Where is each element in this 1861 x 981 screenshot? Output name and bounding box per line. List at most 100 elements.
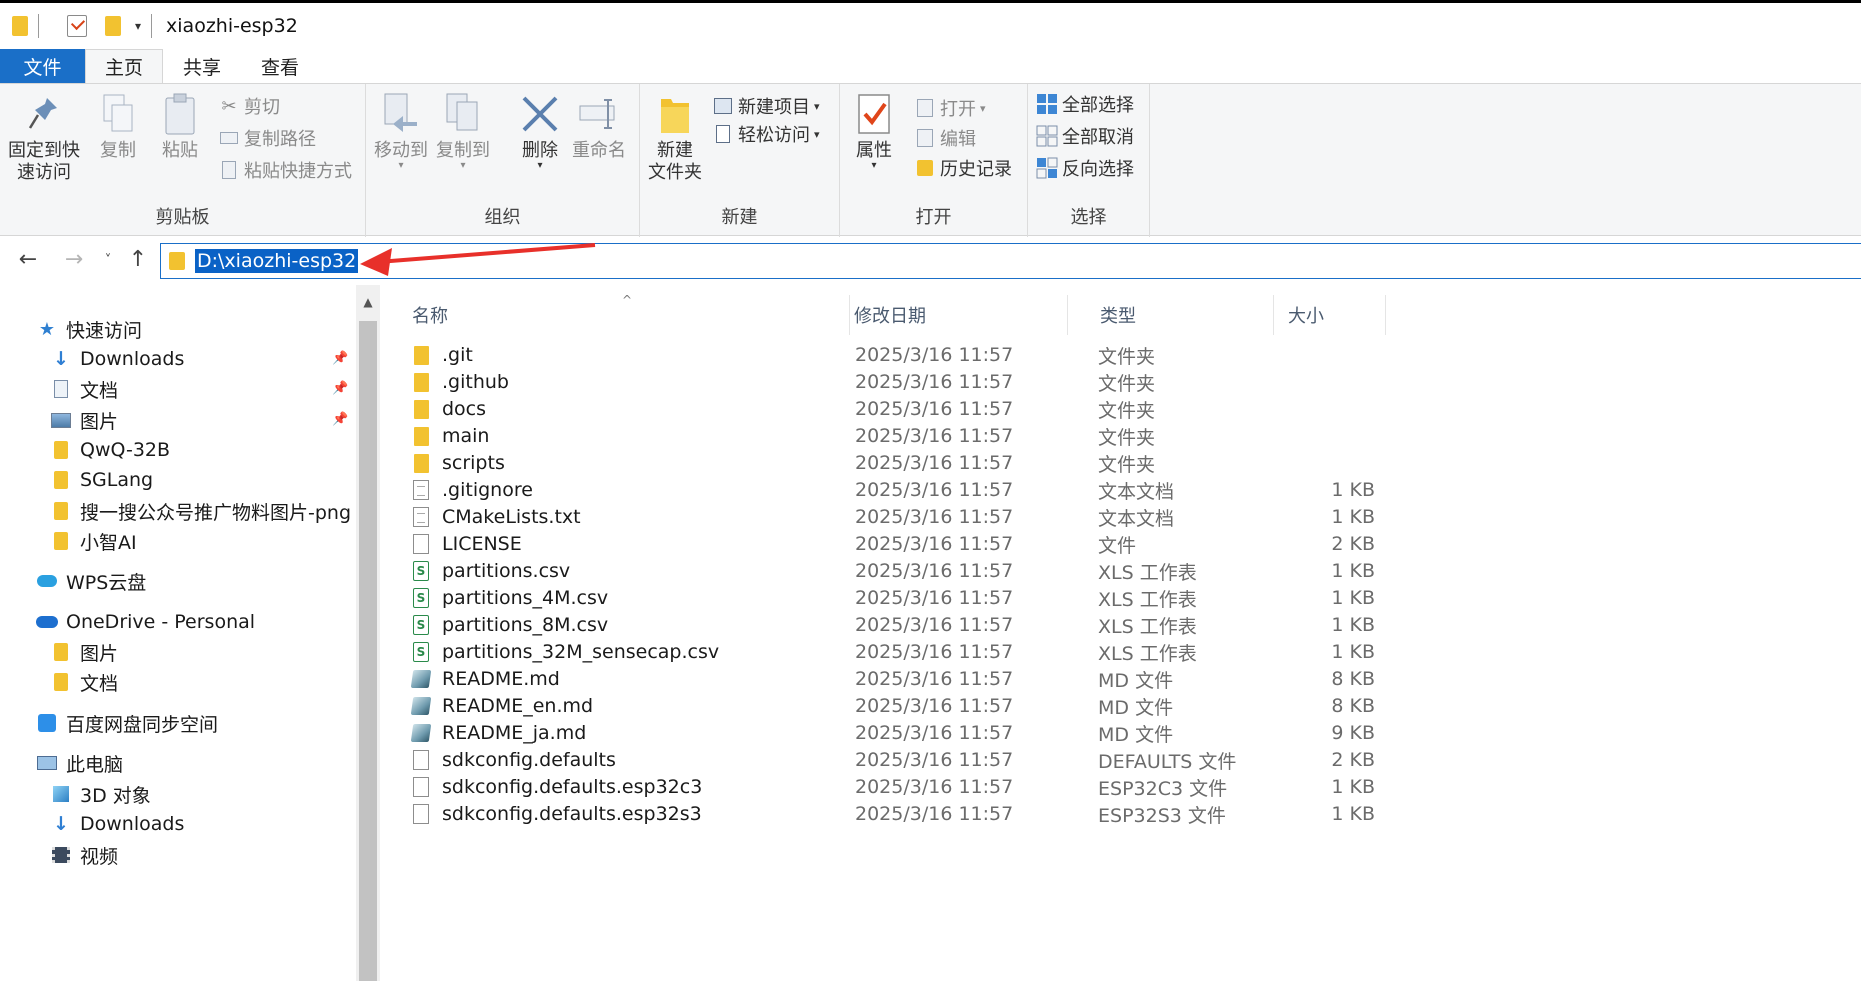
nav-baidu-sync[interactable]: 百度网盘同步空间 — [36, 708, 218, 738]
paste-shortcut-button[interactable]: 粘贴快捷方式 — [218, 156, 352, 184]
column-header-type[interactable]: 类型 — [1068, 295, 1274, 335]
nav-wps-cloud[interactable]: WPS云盘 — [36, 566, 146, 596]
file-name-cell[interactable]: README_ja.md — [410, 722, 586, 744]
new-item-button[interactable]: 新建项目 ▾ — [712, 92, 820, 120]
copy-path-button[interactable]: 复制路径 — [218, 124, 316, 152]
tab-home[interactable]: 主页 — [85, 49, 163, 83]
address-path[interactable]: D:\xiaozhi-esp32 — [195, 249, 359, 273]
invert-selection-button[interactable]: 反向选择 — [1036, 154, 1134, 182]
file-name-cell[interactable]: .gitignore — [412, 479, 533, 501]
computer-icon — [36, 752, 58, 774]
scroll-thumb[interactable] — [359, 321, 377, 981]
file-name-cell[interactable]: Spartitions_32M_sensecap.csv — [412, 641, 719, 663]
file-name-cell[interactable]: sdkconfig.defaults.esp32c3 — [412, 776, 702, 798]
forward-arrow-icon[interactable]: → — [60, 247, 88, 272]
nav-quick-access[interactable]: ★ 快速访问 — [36, 314, 142, 344]
tab-file[interactable]: 文件 — [0, 49, 85, 83]
nav-pc-downloads[interactable]: ↓ Downloads — [50, 809, 184, 839]
nav-item-pictures[interactable]: 图片 — [50, 405, 118, 435]
file-name-cell[interactable]: sdkconfig.defaults — [412, 749, 616, 771]
nav-onedrive-pictures[interactable]: 图片 — [50, 637, 118, 667]
file-name: partitions_4M.csv — [442, 587, 609, 609]
nav-onedrive-documents[interactable]: 文档 — [50, 667, 118, 697]
file-name: partitions.csv — [442, 560, 571, 582]
open-button[interactable]: 打开 ▾ — [914, 94, 986, 122]
file-name: sdkconfig.defaults.esp32c3 — [442, 776, 703, 798]
file-type: ESP32S3 文件 — [1098, 804, 1226, 827]
file-size: 1 KB — [1331, 641, 1375, 663]
file-date: 2025/3/16 11:57 — [855, 749, 1014, 771]
edit-icon — [914, 127, 936, 149]
file-name-cell[interactable]: .git — [412, 344, 473, 366]
clipboard-group: 固定到快 速访问 复制 粘贴 ✂ 剪切 复制路径 粘贴快捷方式 剪贴板 — [0, 84, 366, 237]
select-all-button[interactable]: 全部选择 — [1036, 90, 1134, 118]
back-arrow-icon[interactable]: ← — [14, 247, 42, 272]
folder-icon — [653, 90, 697, 138]
rename-button[interactable]: 重命名 — [572, 90, 626, 162]
recent-locations-chevron-icon[interactable]: ˅ — [94, 253, 122, 268]
select-none-button[interactable]: 全部取消 — [1036, 122, 1134, 150]
nav-item-sousou[interactable]: 搜一搜公众号推广物料图片-png — [50, 496, 351, 526]
file-name: .git — [442, 344, 473, 366]
nav-scrollbar[interactable]: ▲ — [356, 285, 380, 981]
nav-item-downloads[interactable]: ↓ Downloads — [50, 344, 184, 374]
nav-this-pc[interactable]: 此电脑 — [36, 748, 123, 778]
pin-icon: 📌 — [332, 351, 349, 366]
file-name-cell[interactable]: CMakeLists.txt — [412, 506, 581, 528]
column-header-date[interactable]: 修改日期 — [822, 295, 1068, 335]
folder-icon[interactable] — [12, 16, 28, 36]
file-name-cell[interactable]: README.md — [410, 668, 560, 690]
edit-button[interactable]: 编辑 — [914, 124, 976, 152]
tab-view[interactable]: 查看 — [241, 49, 319, 83]
nav-item-documents[interactable]: 文档 — [50, 374, 118, 404]
file-name-cell[interactable]: scripts — [412, 452, 505, 474]
select-all-icon — [1036, 93, 1058, 115]
file-name-cell[interactable]: .github — [412, 371, 509, 393]
properties-quick-icon[interactable] — [67, 15, 87, 37]
move-to-button[interactable]: 移动到 ▾ — [374, 90, 428, 171]
nav-item-xiaozhi-ai[interactable]: 小智AI — [50, 526, 137, 556]
nav-item-qwq[interactable]: QwQ-32B — [50, 435, 170, 465]
navigation-pane: ★ 快速访问 ↓ Downloads 📌 文档 📌 图片 📌 QwQ-32B S… — [0, 285, 356, 981]
pin-quick-access-button[interactable]: 固定到快 速访问 — [8, 90, 80, 184]
up-arrow-icon[interactable]: ↑ — [124, 247, 152, 272]
customize-toolbar-chevron-icon[interactable]: ▾ — [135, 19, 141, 33]
address-bar[interactable]: D:\xiaozhi-esp32 — [160, 243, 1861, 279]
rename-label: 重命名 — [572, 140, 626, 161]
nav-onedrive[interactable]: OneDrive - Personal — [36, 607, 255, 637]
copy-to-button[interactable]: 复制到 ▾ — [436, 90, 490, 171]
tab-share[interactable]: 共享 — [163, 49, 241, 83]
copy-button[interactable]: 复制 — [96, 90, 140, 162]
file-name-cell[interactable]: Spartitions_4M.csv — [412, 587, 608, 609]
paste-button[interactable]: 粘贴 — [158, 90, 202, 162]
folder-icon — [412, 372, 430, 392]
file-name: sdkconfig.defaults — [442, 749, 616, 771]
nav-3d-objects[interactable]: 3D 对象 — [50, 779, 151, 809]
file-name-cell[interactable]: README_en.md — [410, 695, 593, 717]
properties-label: 属性 — [856, 140, 892, 161]
file-date: 2025/3/16 11:57 — [855, 695, 1014, 717]
file-name-cell[interactable]: main — [412, 425, 489, 447]
cut-button[interactable]: ✂ 剪切 — [218, 92, 280, 120]
file-name-cell[interactable]: Spartitions.csv — [412, 560, 570, 582]
properties-button[interactable]: 属性 ▾ — [852, 90, 896, 171]
text-file-icon — [412, 480, 430, 500]
delete-button[interactable]: 删除 ▾ — [518, 90, 562, 171]
new-folder-quick-icon[interactable] — [105, 16, 121, 36]
file-name-cell[interactable]: sdkconfig.defaults.esp32s3 — [412, 803, 702, 825]
easy-access-button[interactable]: 轻松访问 ▾ — [712, 120, 820, 148]
nav-item-sglang[interactable]: SGLang — [50, 465, 153, 495]
new-folder-button[interactable]: 新建 文件夹 — [648, 90, 702, 184]
history-button[interactable]: 历史记录 — [914, 154, 1012, 182]
table-row[interactable]: sdkconfig.defaults.esp32s3 2025/3/16 11:5… — [380, 798, 1861, 830]
file-date: 2025/3/16 11:57 — [855, 668, 1014, 690]
column-header-size[interactable]: 大小 — [1274, 295, 1386, 335]
chevron-down-icon: ▾ — [460, 160, 466, 171]
file-name-cell[interactable]: LICENSE — [412, 533, 522, 555]
scroll-up-arrow-icon[interactable]: ▲ — [356, 285, 380, 319]
file-name-cell[interactable]: docs — [412, 398, 486, 420]
file-name-cell[interactable]: Spartitions_8M.csv — [412, 614, 608, 636]
nav-videos[interactable]: 视频 — [50, 840, 118, 870]
pin-icon: 📌 — [332, 412, 349, 427]
column-header-name[interactable]: 名称 ^ — [380, 293, 850, 335]
